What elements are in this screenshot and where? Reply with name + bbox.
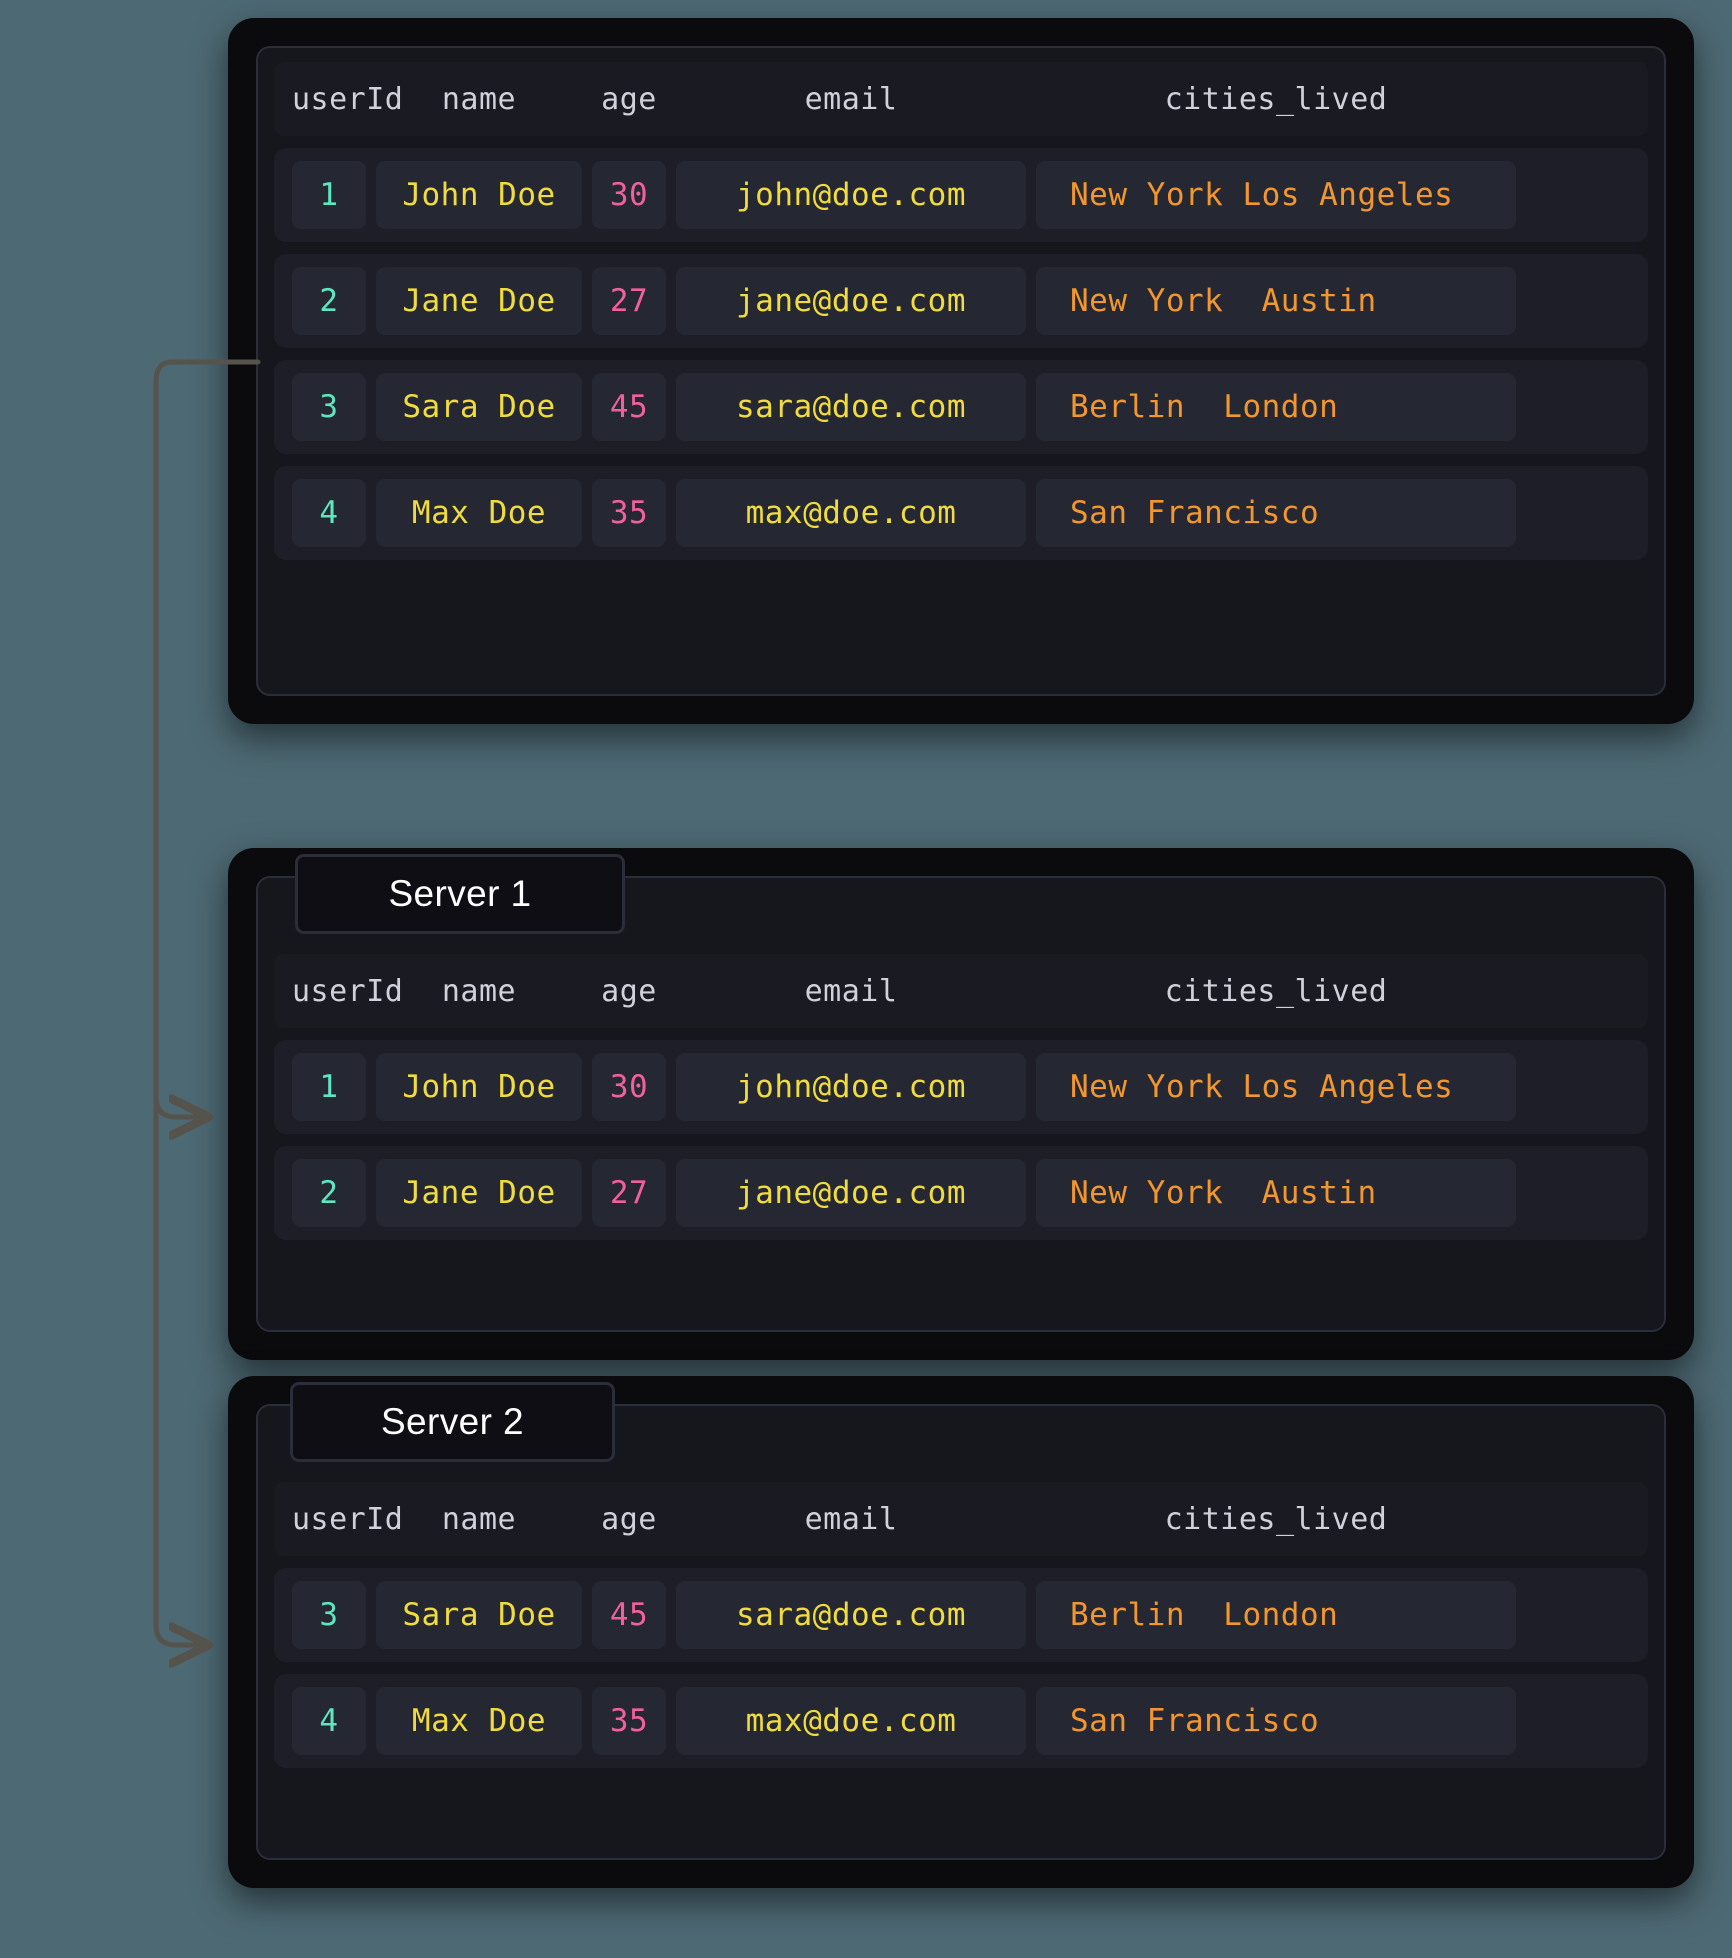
cell-email: john@doe.com <box>676 161 1026 229</box>
cell-name: John Doe <box>376 1053 582 1121</box>
table-server-2: userId name age email cities_lived 3 Sar… <box>274 1482 1648 1768</box>
cell-cities-lived: San Francisco <box>1036 1687 1516 1755</box>
panel-inner-server-2: userId name age email cities_lived 3 Sar… <box>256 1404 1666 1860</box>
cell-name: Max Doe <box>376 1687 582 1755</box>
cell-name: Sara Doe <box>376 1581 582 1649</box>
cell-age: 45 <box>592 1581 666 1649</box>
cell-email: max@doe.com <box>676 479 1026 547</box>
server-1-badge: Server 1 <box>295 854 625 934</box>
server-1-badge-label: Server 1 <box>388 873 531 915</box>
cell-cities-lived: New York Los Angeles <box>1036 161 1516 229</box>
column-header-cities-lived: cities_lived <box>1036 1502 1516 1537</box>
table-header-row: userId name age email cities_lived <box>274 1482 1648 1556</box>
cell-userid: 2 <box>292 1159 366 1227</box>
column-header-age: age <box>592 974 666 1009</box>
cell-age: 35 <box>592 1687 666 1755</box>
cell-age: 35 <box>592 479 666 547</box>
column-header-age: age <box>592 82 666 117</box>
table-header-row: userId name age email cities_lived <box>274 954 1648 1028</box>
table-row: 1 John Doe 30 john@doe.com New York Los … <box>274 1040 1648 1134</box>
cell-name: Sara Doe <box>376 373 582 441</box>
cell-userid: 4 <box>292 1687 366 1755</box>
table-row: 1 John Doe 30 john@doe.com New York Los … <box>274 148 1648 242</box>
column-header-email: email <box>676 82 1026 117</box>
cell-age: 27 <box>592 267 666 335</box>
diagram-canvas: userId name age email cities_lived 1 Joh… <box>0 0 1732 1958</box>
table-row: 3 Sara Doe 45 sara@doe.com Berlin London <box>274 1568 1648 1662</box>
cell-userid: 2 <box>292 267 366 335</box>
column-header-name: name <box>376 82 582 117</box>
cell-name: John Doe <box>376 161 582 229</box>
cell-email: max@doe.com <box>676 1687 1026 1755</box>
column-header-cities-lived: cities_lived <box>1036 974 1516 1009</box>
server-2-badge-label: Server 2 <box>381 1401 524 1443</box>
cell-name: Max Doe <box>376 479 582 547</box>
cell-userid: 3 <box>292 1581 366 1649</box>
table-source: userId name age email cities_lived 1 Joh… <box>274 62 1648 560</box>
column-header-cities-lived: cities_lived <box>1036 82 1516 117</box>
cell-name: Jane Doe <box>376 1159 582 1227</box>
cell-age: 45 <box>592 373 666 441</box>
cell-userid: 3 <box>292 373 366 441</box>
cell-cities-lived: Berlin London <box>1036 1581 1516 1649</box>
column-header-name: name <box>376 974 582 1009</box>
cell-email: jane@doe.com <box>676 267 1026 335</box>
table-row: 4 Max Doe 35 max@doe.com San Francisco <box>274 1674 1648 1768</box>
cell-age: 30 <box>592 161 666 229</box>
cell-age: 27 <box>592 1159 666 1227</box>
cell-age: 30 <box>592 1053 666 1121</box>
column-header-age: age <box>592 1502 666 1537</box>
column-header-userid: userId <box>292 974 366 1009</box>
cell-cities-lived: Berlin London <box>1036 373 1516 441</box>
cell-email: sara@doe.com <box>676 373 1026 441</box>
table-header-row: userId name age email cities_lived <box>274 62 1648 136</box>
panel-inner-server-1: userId name age email cities_lived 1 Joh… <box>256 876 1666 1332</box>
cell-email: john@doe.com <box>676 1053 1026 1121</box>
table-row: 2 Jane Doe 27 jane@doe.com New York Aust… <box>274 254 1648 348</box>
cell-userid: 4 <box>292 479 366 547</box>
cell-cities-lived: San Francisco <box>1036 479 1516 547</box>
table-row: 3 Sara Doe 45 sara@doe.com Berlin London <box>274 360 1648 454</box>
column-header-email: email <box>676 1502 1026 1537</box>
cell-cities-lived: New York Los Angeles <box>1036 1053 1516 1121</box>
column-header-name: name <box>376 1502 582 1537</box>
cell-cities-lived: New York Austin <box>1036 267 1516 335</box>
panel-source-table: userId name age email cities_lived 1 Joh… <box>228 18 1694 724</box>
column-header-userid: userId <box>292 1502 366 1537</box>
cell-userid: 1 <box>292 161 366 229</box>
server-2-badge: Server 2 <box>290 1382 615 1462</box>
cell-userid: 1 <box>292 1053 366 1121</box>
cell-cities-lived: New York Austin <box>1036 1159 1516 1227</box>
table-row: 2 Jane Doe 27 jane@doe.com New York Aust… <box>274 1146 1648 1240</box>
connector-arrow-server-2 <box>156 382 204 1645</box>
cell-email: jane@doe.com <box>676 1159 1026 1227</box>
table-row: 4 Max Doe 35 max@doe.com San Francisco <box>274 466 1648 560</box>
column-header-userid: userId <box>292 82 366 117</box>
cell-email: sara@doe.com <box>676 1581 1026 1649</box>
cell-name: Jane Doe <box>376 267 582 335</box>
panel-inner-source-table: userId name age email cities_lived 1 Joh… <box>256 46 1666 696</box>
column-header-email: email <box>676 974 1026 1009</box>
table-server-1: userId name age email cities_lived 1 Joh… <box>274 954 1648 1240</box>
